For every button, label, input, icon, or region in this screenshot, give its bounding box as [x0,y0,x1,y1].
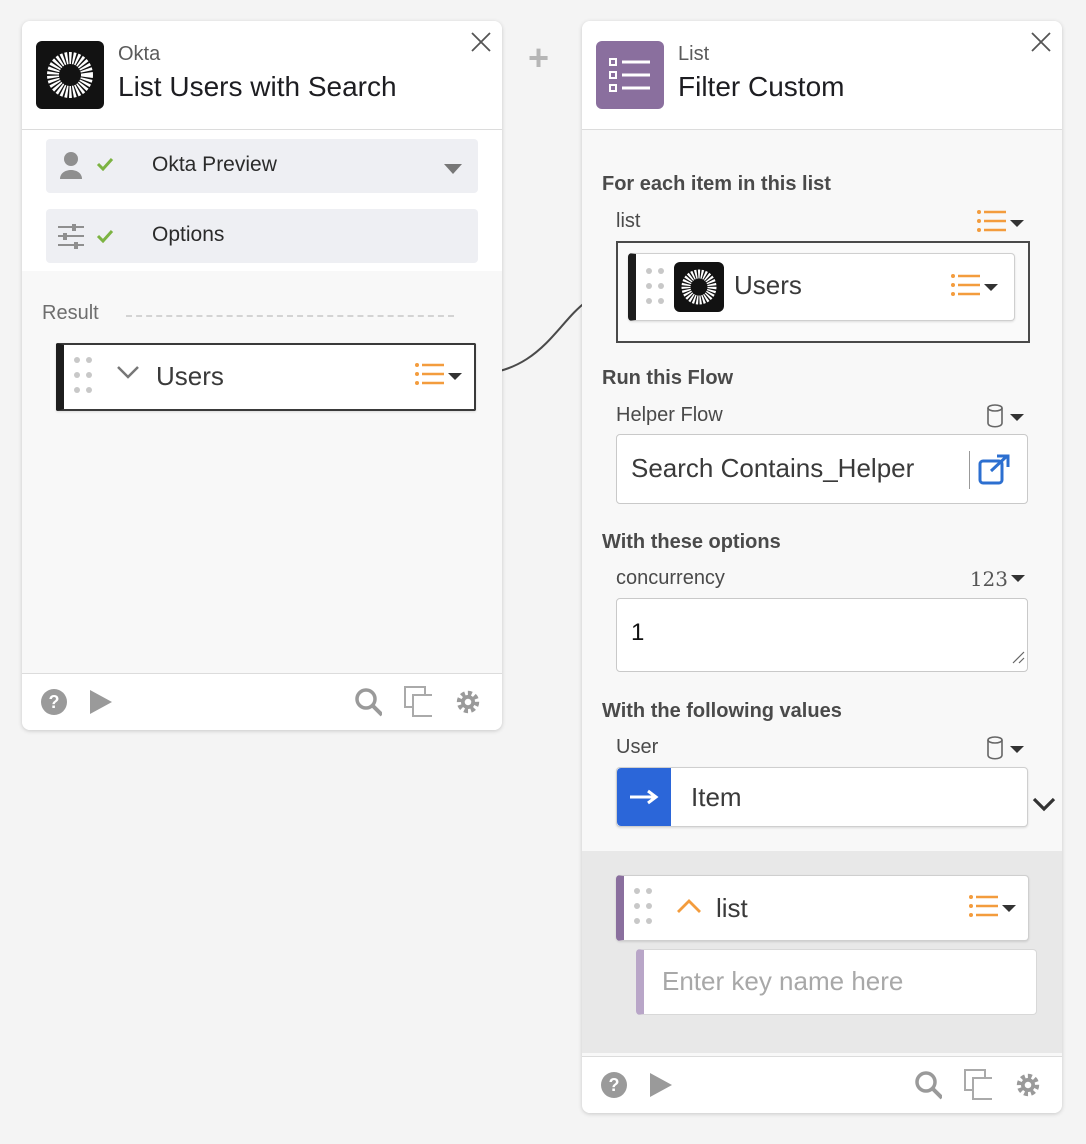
resize-handle-icon[interactable] [1011,650,1025,669]
options-label: Options [152,223,225,246]
section-heading-flow: Run this Flow [602,367,734,389]
output-field-label: Users [156,361,224,391]
drag-handle-icon[interactable] [74,357,96,397]
helper-flow-field[interactable]: Search Contains_Helper [616,434,1028,504]
card-footer: ? [22,673,502,730]
copy-icon[interactable] [404,686,432,717]
concurrency-value: 1 [631,619,645,646]
card-header: List Filter Custom [582,21,1062,130]
svg-text:?: ? [609,1075,620,1095]
key-name-input[interactable]: Enter key name here [636,949,1037,1015]
list-type-icon[interactable] [968,894,1018,925]
arrow-right-icon [617,768,671,826]
card-footer: ? [582,1056,1062,1113]
helper-flow-value: Search Contains_Helper [631,453,915,483]
list-key-label: list [716,893,748,923]
user-value-chip[interactable]: Item [616,767,1028,827]
database-type-icon[interactable] [986,735,1026,761]
close-icon[interactable] [1030,31,1052,53]
list-key-field[interactable]: list [616,875,1029,941]
list-input-chip-users[interactable]: Users [628,253,1015,321]
search-icon[interactable] [354,688,382,717]
section-heading-values: With the following values [602,700,842,722]
open-external-icon[interactable] [977,453,1011,490]
user-icon [60,151,82,184]
section-heading-items: For each item in this list [602,173,831,195]
field-label-concurrency: concurrency [616,567,725,589]
result-divider [126,315,454,317]
card-title: Filter Custom [678,71,845,102]
section-heading-options: With these options [602,531,781,553]
list-type-icon[interactable] [414,361,464,394]
list-filter-custom-card: List Filter Custom For each item in this… [582,21,1062,1113]
list-type-icon[interactable] [976,209,1026,235]
help-icon[interactable]: ? [40,688,68,716]
list-chip-label: Users [734,270,802,300]
field-divider [969,451,970,489]
key-name-placeholder: Enter key name here [662,966,904,996]
card-title: List Users with Search [118,71,397,102]
check-icon [96,157,114,176]
result-label: Result [42,302,99,324]
output-field-users[interactable]: Users [56,343,476,411]
drag-handle-icon[interactable] [634,888,656,928]
svg-text:?: ? [49,692,60,712]
app-name: Okta [118,43,161,65]
chevron-down-icon[interactable] [116,365,140,384]
user-value-label: Item [691,782,742,812]
app-name: List [678,43,710,65]
copy-icon[interactable] [964,1069,992,1100]
chevron-down-icon[interactable] [1032,796,1056,817]
card-header: Okta List Users with Search [22,21,502,130]
connection-label: Okta Preview [152,153,277,176]
check-icon [96,229,114,248]
field-label-user: User [616,736,659,758]
close-icon[interactable] [470,31,492,53]
gear-icon[interactable] [1014,1071,1042,1099]
drag-handle-icon[interactable] [646,268,668,308]
options-button[interactable]: Options [46,209,478,263]
concurrency-input[interactable]: 1 [616,598,1028,672]
number-type-icon[interactable]: 123 [970,567,1026,591]
list-drop-zone[interactable]: Users [616,241,1030,343]
chevron-up-icon[interactable] [676,898,702,919]
field-label-list: list [616,210,641,232]
okta-logo-icon [36,41,104,109]
play-icon[interactable] [646,1071,674,1099]
sliders-icon [58,223,84,254]
connection-selector[interactable]: Okta Preview [46,139,478,193]
database-type-icon[interactable] [986,403,1026,429]
okta-list-users-card: Okta List Users with Search Okta Preview [22,21,502,730]
list-logo-icon [596,41,664,109]
play-icon[interactable] [86,688,114,716]
field-label-helper-flow: Helper Flow [616,404,723,426]
key-list-area: list Enter key name here [582,851,1062,1053]
okta-logo-icon [674,262,724,312]
list-type-icon[interactable] [950,273,1000,304]
help-icon[interactable]: ? [600,1071,628,1099]
search-icon[interactable] [914,1071,942,1100]
gear-icon[interactable] [454,688,482,716]
add-card-button[interactable]: + [528,38,549,78]
dropdown-arrow-icon[interactable] [444,161,462,179]
